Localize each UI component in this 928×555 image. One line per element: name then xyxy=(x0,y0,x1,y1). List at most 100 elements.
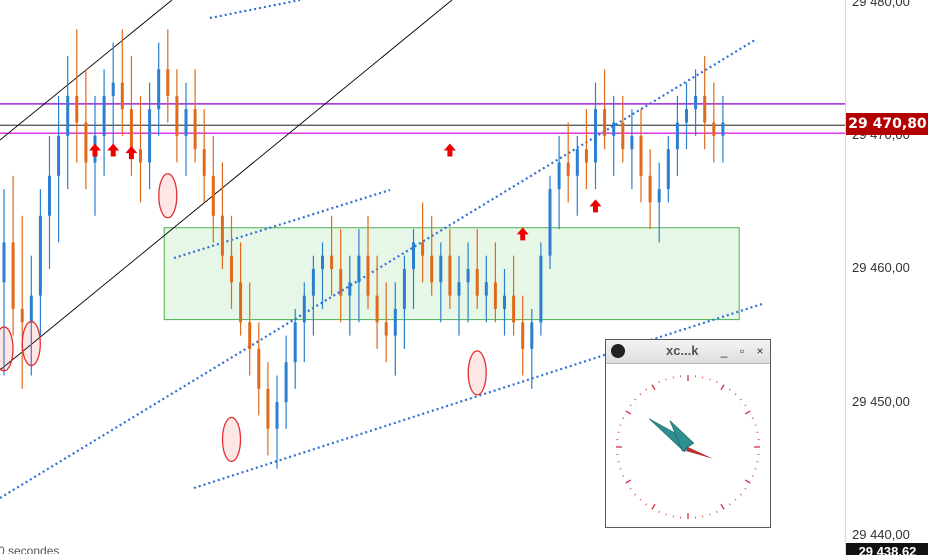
minimize-button[interactable]: _ xyxy=(716,342,732,360)
clock-tick xyxy=(710,514,711,516)
candle-body xyxy=(194,109,197,149)
candle-body xyxy=(139,149,142,162)
candle-body xyxy=(385,322,388,335)
clock-tick xyxy=(710,379,711,381)
xclock-window[interactable]: xc...k _ ▫ × xyxy=(605,339,771,528)
highlight-circle xyxy=(22,322,40,366)
candle-body xyxy=(248,322,251,349)
clock-tick xyxy=(729,389,730,391)
up-arrow xyxy=(444,143,456,156)
candle-body xyxy=(521,322,524,349)
candle-body xyxy=(148,109,151,162)
clock-tick xyxy=(721,385,724,390)
candle-body xyxy=(439,256,442,283)
xclock-title: xc...k xyxy=(666,343,699,358)
candle-body xyxy=(276,402,279,429)
horizontal-levels xyxy=(0,104,845,133)
clock-tick xyxy=(716,511,717,513)
candle-body xyxy=(130,109,133,149)
candle-body xyxy=(75,96,78,123)
price-axis[interactable]: 29 480,00 29 470,00 29 460,00 29 450,00 … xyxy=(845,0,928,554)
candle-body xyxy=(503,296,506,309)
clock-face xyxy=(606,364,770,527)
maximize-button[interactable]: ▫ xyxy=(734,342,750,360)
clock-tick xyxy=(622,475,624,476)
clock-tick xyxy=(740,494,741,495)
candle-body xyxy=(539,256,542,323)
candle-body xyxy=(403,269,406,309)
up-arrow xyxy=(107,143,119,156)
candle-body xyxy=(166,69,169,96)
clock-tick xyxy=(620,425,622,426)
y-tick-label: 29 460,00 xyxy=(852,260,910,275)
candle-body xyxy=(330,256,333,269)
close-button[interactable]: × xyxy=(752,342,768,360)
candle-body xyxy=(103,96,106,136)
highlight-circle xyxy=(223,417,241,461)
candle-body xyxy=(339,269,342,296)
clock-tick xyxy=(752,418,754,419)
candle-body xyxy=(494,282,497,309)
clock-tick xyxy=(745,411,750,414)
up-arrow xyxy=(590,199,602,212)
candle-body xyxy=(348,282,351,295)
candle-body xyxy=(412,242,415,269)
clock-tick xyxy=(659,511,660,513)
clock-tick xyxy=(716,381,717,383)
clock-hands xyxy=(649,419,713,459)
candle-body xyxy=(285,362,288,402)
candle-body xyxy=(721,123,724,136)
clock-tick xyxy=(646,504,647,506)
second-hand xyxy=(686,447,713,459)
clock-tick xyxy=(735,499,736,500)
highlight-circle xyxy=(159,174,177,218)
candle-body xyxy=(303,296,306,323)
candle-body xyxy=(667,149,670,189)
clock-tick xyxy=(745,480,750,483)
highlight-circle xyxy=(0,327,13,371)
clock-tick xyxy=(666,379,667,381)
candle-body xyxy=(712,123,715,136)
xclock-titlebar[interactable]: xc...k _ ▫ × xyxy=(606,340,770,364)
candle-body xyxy=(621,123,624,150)
clock-tick xyxy=(626,480,631,483)
clock-tick xyxy=(735,393,736,394)
candle-body xyxy=(84,123,87,163)
candle-body xyxy=(558,162,561,189)
candle-body xyxy=(585,149,588,162)
candle-body xyxy=(175,96,178,136)
clock-tick xyxy=(640,393,641,394)
clock-tick xyxy=(755,469,757,470)
clock-tick xyxy=(721,504,724,509)
y-tick-label: 29 480,00 xyxy=(852,0,910,9)
candle-body xyxy=(112,83,115,96)
consolidation-zone-rect xyxy=(164,228,739,320)
candle-body xyxy=(448,256,451,296)
candle-body xyxy=(630,136,633,149)
candle-body xyxy=(421,242,424,255)
consolidation-zone xyxy=(164,228,739,320)
clock-tick xyxy=(740,399,741,400)
candle-body xyxy=(676,123,679,150)
candle-body xyxy=(576,149,579,176)
candle-body xyxy=(694,96,697,109)
candle-body xyxy=(685,109,688,122)
candle-body xyxy=(367,256,370,296)
candle-body xyxy=(312,269,315,296)
highlight-circle xyxy=(468,351,486,395)
y-tick-label: 29 450,00 xyxy=(852,394,910,409)
candle-body xyxy=(357,256,360,283)
up-arrow xyxy=(89,143,101,156)
candle-body xyxy=(512,296,515,323)
candle-body xyxy=(458,282,461,295)
clock-tick xyxy=(755,425,757,426)
clock-tick xyxy=(620,469,622,470)
clock-tick xyxy=(652,504,655,509)
candle-body xyxy=(266,389,269,429)
candle-body xyxy=(394,309,397,336)
up-arrow xyxy=(125,146,137,159)
candle-body xyxy=(612,123,615,136)
candle-body xyxy=(48,176,51,216)
clock-app-icon[interactable] xyxy=(611,344,625,358)
clock-tick xyxy=(634,494,635,495)
